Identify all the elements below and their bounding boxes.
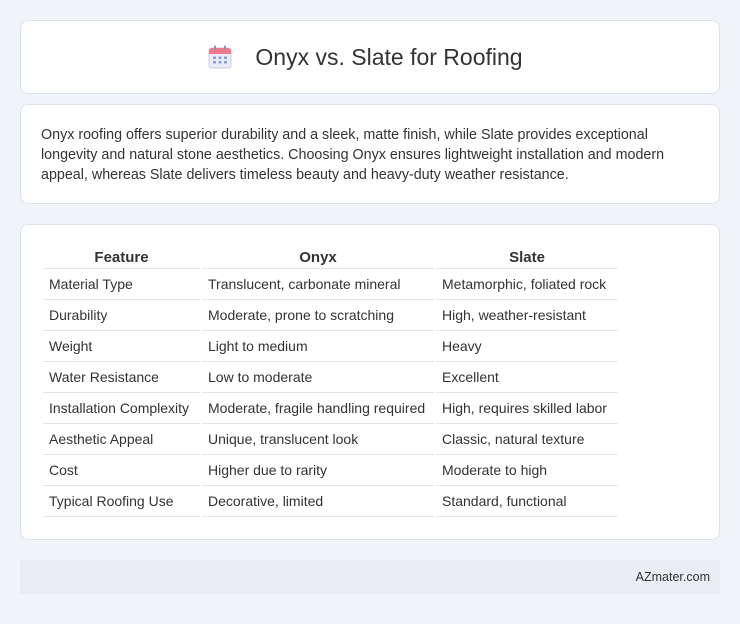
footer-brand[interactable]: AZmater.com xyxy=(636,570,710,584)
table-row: Aesthetic Appeal Unique, translucent loo… xyxy=(43,424,618,455)
cell-slate: High, weather-resistant xyxy=(436,300,618,331)
cell-slate: Classic, natural texture xyxy=(436,424,618,455)
table-row: Water Resistance Low to moderate Excelle… xyxy=(43,362,618,393)
table-row: Cost Higher due to rarity Moderate to hi… xyxy=(43,455,618,486)
intro-paragraph: Onyx roofing offers superior durability … xyxy=(41,127,665,183)
cell-onyx: Translucent, carbonate mineral xyxy=(202,269,434,300)
cell-feature: Cost xyxy=(43,455,200,486)
cell-slate: Moderate to high xyxy=(436,455,618,486)
cell-onyx: Light to medium xyxy=(202,331,434,362)
table-row: Material Type Translucent, carbonate min… xyxy=(43,269,618,300)
calendar-icon xyxy=(208,45,232,69)
cell-feature: Aesthetic Appeal xyxy=(43,424,200,455)
comparison-card: Feature Onyx Slate Material Type Translu… xyxy=(20,224,720,540)
cell-slate: High, requires skilled labor xyxy=(436,393,618,424)
header-onyx: Onyx xyxy=(202,247,434,269)
table-row: Typical Roofing Use Decorative, limited … xyxy=(43,486,618,517)
table-header-row: Feature Onyx Slate xyxy=(43,247,618,269)
cell-slate: Standard, functional xyxy=(436,486,618,517)
cell-onyx: Low to moderate xyxy=(202,362,434,393)
cell-feature: Water Resistance xyxy=(43,362,200,393)
cell-onyx: Moderate, fragile handling required xyxy=(202,393,434,424)
cell-slate: Heavy xyxy=(436,331,618,362)
table-row: Installation Complexity Moderate, fragil… xyxy=(43,393,618,424)
header-feature: Feature xyxy=(43,247,200,269)
intro-card: Onyx roofing offers superior durability … xyxy=(20,104,720,204)
table-row: Weight Light to medium Heavy xyxy=(43,331,618,362)
cell-slate: Excellent xyxy=(436,362,618,393)
cell-feature: Durability xyxy=(43,300,200,331)
cell-onyx: Higher due to rarity xyxy=(202,455,434,486)
page-title: Onyx vs. Slate for Roofing xyxy=(255,43,523,70)
cell-feature: Material Type xyxy=(43,269,200,300)
footer: AZmater.com xyxy=(20,560,720,594)
cell-feature: Weight xyxy=(43,331,200,362)
title-card: Onyx vs. Slate for Roofing xyxy=(20,20,720,94)
cell-slate: Metamorphic, foliated rock xyxy=(436,269,618,300)
cell-onyx: Unique, translucent look xyxy=(202,424,434,455)
header-slate: Slate xyxy=(436,247,618,269)
cell-onyx: Decorative, limited xyxy=(202,486,434,517)
table-row: Durability Moderate, prone to scratching… xyxy=(43,300,618,331)
cell-feature: Installation Complexity xyxy=(43,393,200,424)
title-wrap: Onyx vs. Slate for Roofing xyxy=(21,21,719,93)
cell-onyx: Moderate, prone to scratching xyxy=(202,300,434,331)
comparison-table: Feature Onyx Slate Material Type Translu… xyxy=(41,247,620,517)
cell-feature: Typical Roofing Use xyxy=(43,486,200,517)
